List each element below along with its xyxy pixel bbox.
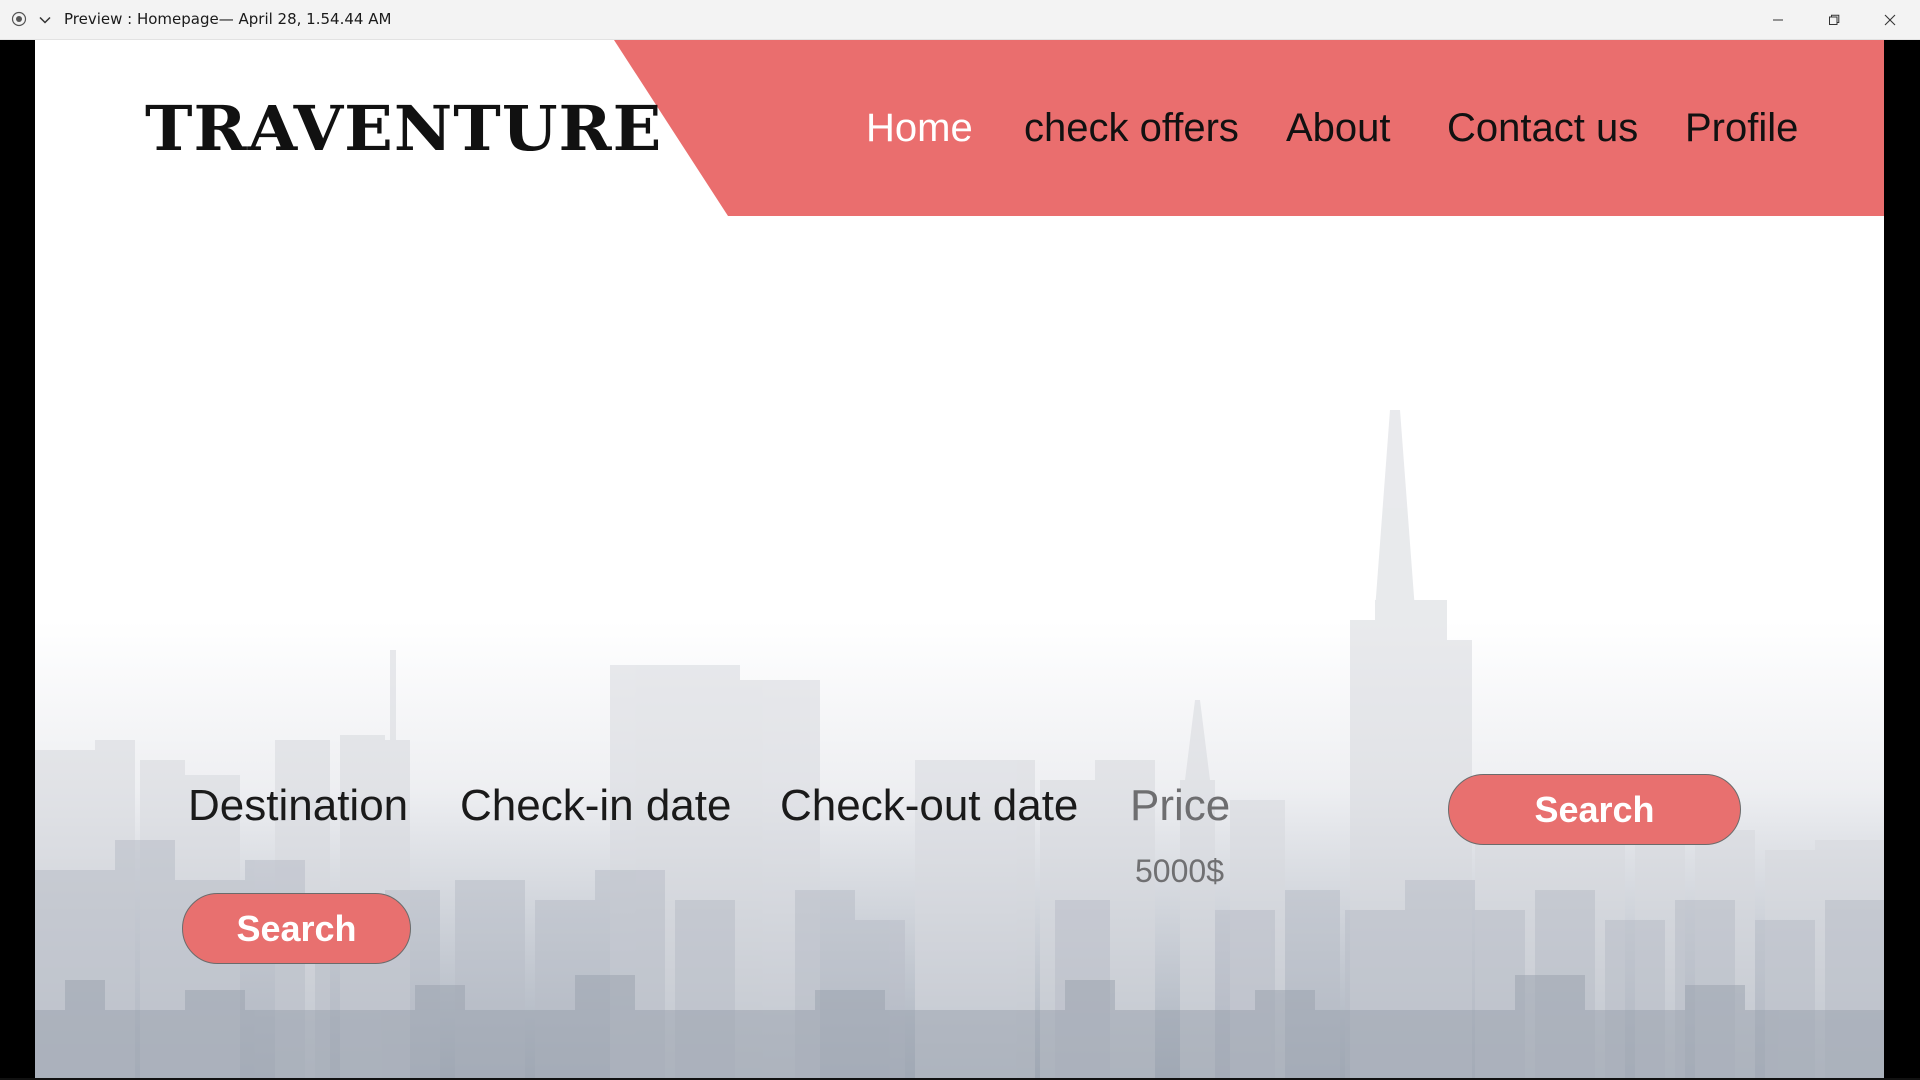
search-button[interactable]: Search xyxy=(1448,774,1741,845)
secondary-search-button[interactable]: Search xyxy=(182,893,411,964)
minimize-icon xyxy=(1773,19,1783,21)
site-logo[interactable]: TRAVENTURE xyxy=(145,92,662,165)
window-title: Preview : Homepage— April 28, 1.54.44 AM xyxy=(64,10,392,28)
destination-field[interactable]: Destination xyxy=(188,781,408,831)
minimize-button[interactable] xyxy=(1750,0,1806,40)
nav-about[interactable]: About xyxy=(1286,106,1391,151)
checkin-date-field[interactable]: Check-in date xyxy=(460,781,731,831)
record-circle-icon[interactable] xyxy=(11,11,27,27)
close-icon xyxy=(1884,14,1896,26)
price-value: 5000$ xyxy=(1135,853,1224,889)
restore-icon xyxy=(1829,14,1840,25)
nav-contact-us[interactable]: Contact us xyxy=(1447,106,1638,151)
price-field[interactable]: Price xyxy=(1130,781,1230,831)
nav-check-offers[interactable]: check offers xyxy=(1024,106,1239,151)
close-button[interactable] xyxy=(1862,0,1918,40)
homepage: TRAVENTURE Home check offers About Conta… xyxy=(35,40,1884,1078)
nav-profile[interactable]: Profile xyxy=(1685,106,1798,151)
window-frame-left xyxy=(0,40,35,1080)
nav-home[interactable]: Home xyxy=(866,106,973,151)
window-frame-right xyxy=(1884,40,1920,1080)
checkout-date-field[interactable]: Check-out date xyxy=(780,781,1078,831)
restore-button[interactable] xyxy=(1806,0,1862,40)
chevron-down-icon[interactable] xyxy=(38,13,52,27)
window-titlebar: Preview : Homepage— April 28, 1.54.44 AM xyxy=(0,0,1920,40)
